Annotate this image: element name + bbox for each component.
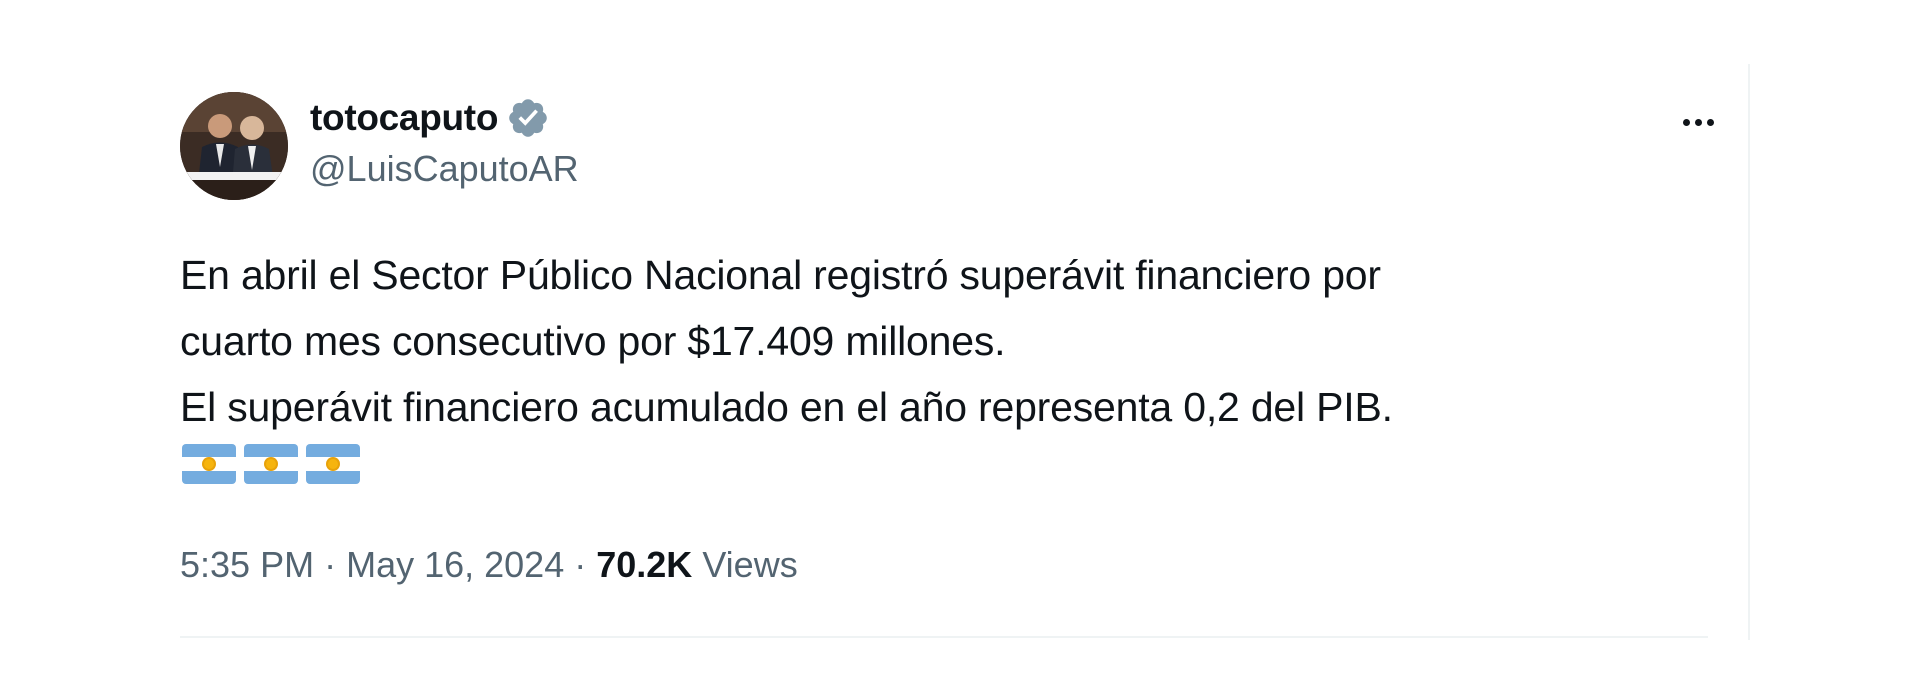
meta-separator: · [324, 544, 337, 585]
views-count: 70.2K [596, 544, 693, 585]
more-options-icon[interactable] [1668, 100, 1728, 144]
argentina-flag-icon [244, 444, 298, 484]
author-handle[interactable]: @LuisCaputoAR [310, 148, 579, 190]
avatar[interactable] [180, 92, 288, 200]
tweet-text-line: cuarto mes consecutivo por $17.409 millo… [180, 318, 1006, 364]
argentina-flag-icon [306, 444, 360, 484]
author-name-row: totocaputo [310, 92, 550, 144]
emoji-row [182, 444, 360, 484]
tweet-meta: 5:35 PM · May 16, 2024 · 70.2K Views [180, 544, 798, 586]
argentina-flag-icon [182, 444, 236, 484]
tweet-time[interactable]: 5:35 PM [180, 544, 314, 586]
tweet-text-line: El superávit financiero acumulado en el … [180, 384, 1393, 430]
tweet-text: En abril el Sector Público Nacional regi… [180, 242, 1620, 440]
verified-badge-icon [506, 96, 550, 140]
divider [180, 636, 1708, 638]
tweet-date[interactable]: May 16, 2024 [346, 544, 564, 586]
tweet-text-line: En abril el Sector Público Nacional regi… [180, 252, 1381, 298]
views-label: Views [702, 544, 798, 585]
tweet-card: totocaputo @LuisCaputoAR En abril el Sec… [180, 64, 1750, 640]
meta-separator: · [574, 544, 587, 585]
author-display-name[interactable]: totocaputo [310, 97, 498, 139]
